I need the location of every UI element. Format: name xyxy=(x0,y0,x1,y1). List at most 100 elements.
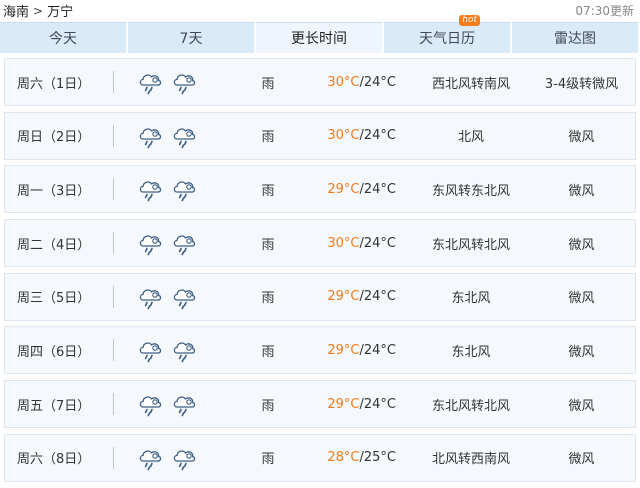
low-temperature: /24°C xyxy=(359,235,397,251)
forecast-row: 周五（7日） 雨 29°C/24°C 东北风转北风 微风 xyxy=(4,380,636,429)
rain-cloud-icon xyxy=(136,283,164,311)
wind-direction: 东北风 xyxy=(451,344,491,360)
weather-condition: 雨 xyxy=(261,398,275,414)
tab-longer-period[interactable]: 更长时间 xyxy=(256,22,382,53)
wind-level: 3-4级转微风 xyxy=(544,76,619,92)
high-temperature: 28°C xyxy=(327,450,360,466)
weather-condition: 雨 xyxy=(261,237,275,253)
forecast-list: 周六（1日） 雨 30°C/24°C 西北风转南风 3-4级转微风周日（2日） 雨 30°C… xyxy=(4,58,636,488)
rain-cloud-icon xyxy=(170,122,198,150)
weather-condition: 雨 xyxy=(261,344,275,360)
weather-condition: 雨 xyxy=(261,183,275,199)
breadcrumb-city: 万宁 xyxy=(47,5,74,20)
forecast-day: 周四（6日） xyxy=(17,344,91,360)
low-temperature: /24°C xyxy=(359,289,397,305)
wind-level: 微风 xyxy=(568,130,595,146)
tab-label: 更长时间 xyxy=(291,31,347,47)
weather-condition: 雨 xyxy=(261,452,275,468)
wind-level: 微风 xyxy=(568,183,595,199)
wind-direction: 东北风 xyxy=(451,291,491,307)
wind-direction: 西北风转南风 xyxy=(431,76,510,92)
low-temperature: /24°C xyxy=(359,74,397,90)
breadcrumb-province[interactable]: 海南 xyxy=(3,1,29,20)
forecast-tabs: 今天 7天 更长时间 天气日历 hot 雷达图 xyxy=(0,15,638,53)
temperature: 28°C/25°C xyxy=(304,450,412,465)
rain-cloud-icon xyxy=(170,229,198,257)
temperature: 30°C/24°C xyxy=(304,236,412,251)
weather-condition: 雨 xyxy=(261,291,275,307)
tab-label: 天气日历 xyxy=(419,31,475,47)
breadcrumb: 海南 > 万宁 xyxy=(3,1,74,21)
wind-direction: 北风转西南风 xyxy=(431,452,510,468)
temperature: 29°C/24°C xyxy=(304,343,412,358)
rain-cloud-icon xyxy=(136,229,164,257)
wind-level: 微风 xyxy=(568,344,595,360)
weather-icons xyxy=(114,175,232,203)
forecast-row: 周六（1日） 雨 30°C/24°C 西北风转南风 3-4级转微风 xyxy=(4,58,636,106)
forecast-day: 周六（8日） xyxy=(17,452,91,468)
update-time: 07:30更新 xyxy=(575,4,634,18)
high-temperature: 30°C xyxy=(327,128,360,144)
hot-badge: hot xyxy=(459,15,480,26)
rain-cloud-icon xyxy=(136,444,164,472)
weather-icons xyxy=(114,390,232,418)
low-temperature: /24°C xyxy=(359,181,397,197)
high-temperature: 29°C xyxy=(327,181,360,197)
top-bar: 海南 > 万宁 07:30更新 xyxy=(0,0,640,22)
temperature: 30°C/24°C xyxy=(304,75,412,90)
weather-icons xyxy=(114,229,232,257)
forecast-day: 周日（2日） xyxy=(17,130,91,146)
high-temperature: 30°C xyxy=(327,235,360,251)
temperature: 29°C/24°C xyxy=(304,182,412,197)
forecast-row: 周日（2日） 雨 30°C/24°C 北风 微风 xyxy=(4,111,636,160)
rain-cloud-icon xyxy=(136,122,164,150)
weather-condition: 雨 xyxy=(261,76,275,92)
low-temperature: /24°C xyxy=(359,342,397,358)
tab-7-days[interactable]: 7天 xyxy=(128,22,254,53)
forecast-day: 周六（1日） xyxy=(17,76,91,92)
tab-label: 雷达图 xyxy=(554,31,596,47)
high-temperature: 29°C xyxy=(327,342,360,358)
tab-radar[interactable]: 雷达图 xyxy=(512,22,638,53)
weather-icons xyxy=(114,122,232,150)
rain-cloud-icon xyxy=(136,175,164,203)
high-temperature: 29°C xyxy=(327,289,360,305)
wind-direction: 北风 xyxy=(457,130,484,146)
forecast-row: 周四（6日） 雨 29°C/24°C 东北风 微风 xyxy=(4,326,636,375)
rain-cloud-icon xyxy=(170,444,198,472)
wind-level: 微风 xyxy=(568,237,595,253)
weather-icons xyxy=(114,283,232,311)
low-temperature: /24°C xyxy=(359,128,397,144)
forecast-day: 周三（5日） xyxy=(17,291,91,307)
forecast-row: 周二（4日） 雨 30°C/24°C 东北风转北风 微风 xyxy=(4,219,636,268)
tab-weather-calendar[interactable]: 天气日历 hot xyxy=(384,15,510,53)
forecast-day: 周五（7日） xyxy=(17,398,91,414)
rain-cloud-icon xyxy=(170,283,198,311)
temperature: 29°C/24°C xyxy=(304,289,412,304)
breadcrumb-separator: > xyxy=(33,3,44,18)
forecast-day: 周一（3日） xyxy=(17,183,91,199)
temperature: 30°C/24°C xyxy=(304,128,412,143)
weather-icons xyxy=(114,336,232,364)
temperature: 29°C/24°C xyxy=(304,397,412,412)
high-temperature: 29°C xyxy=(327,396,360,412)
rain-cloud-icon xyxy=(170,175,198,203)
wind-level: 微风 xyxy=(568,291,595,307)
rain-cloud-icon xyxy=(136,68,164,96)
rain-cloud-icon xyxy=(170,68,198,96)
forecast-day: 周二（4日） xyxy=(17,237,91,253)
wind-direction: 东北风转北风 xyxy=(431,237,510,253)
rain-cloud-icon xyxy=(136,336,164,364)
rain-cloud-icon xyxy=(170,336,198,364)
tab-label: 今天 xyxy=(49,31,77,47)
forecast-row: 周一（3日） 雨 29°C/24°C 东风转东北风 微风 xyxy=(4,165,636,214)
low-temperature: /25°C xyxy=(359,450,397,466)
wind-level: 微风 xyxy=(568,452,595,468)
weather-icons xyxy=(114,68,232,96)
weather-condition: 雨 xyxy=(261,130,275,146)
forecast-row: 周六（8日） 雨 28°C/25°C 北风转西南风 微风 xyxy=(4,433,636,482)
tab-today[interactable]: 今天 xyxy=(0,22,126,53)
forecast-row: 周三（5日） 雨 29°C/24°C 东北风 微风 xyxy=(4,272,636,321)
high-temperature: 30°C xyxy=(327,74,360,90)
wind-direction: 东风转东北风 xyxy=(431,183,510,199)
